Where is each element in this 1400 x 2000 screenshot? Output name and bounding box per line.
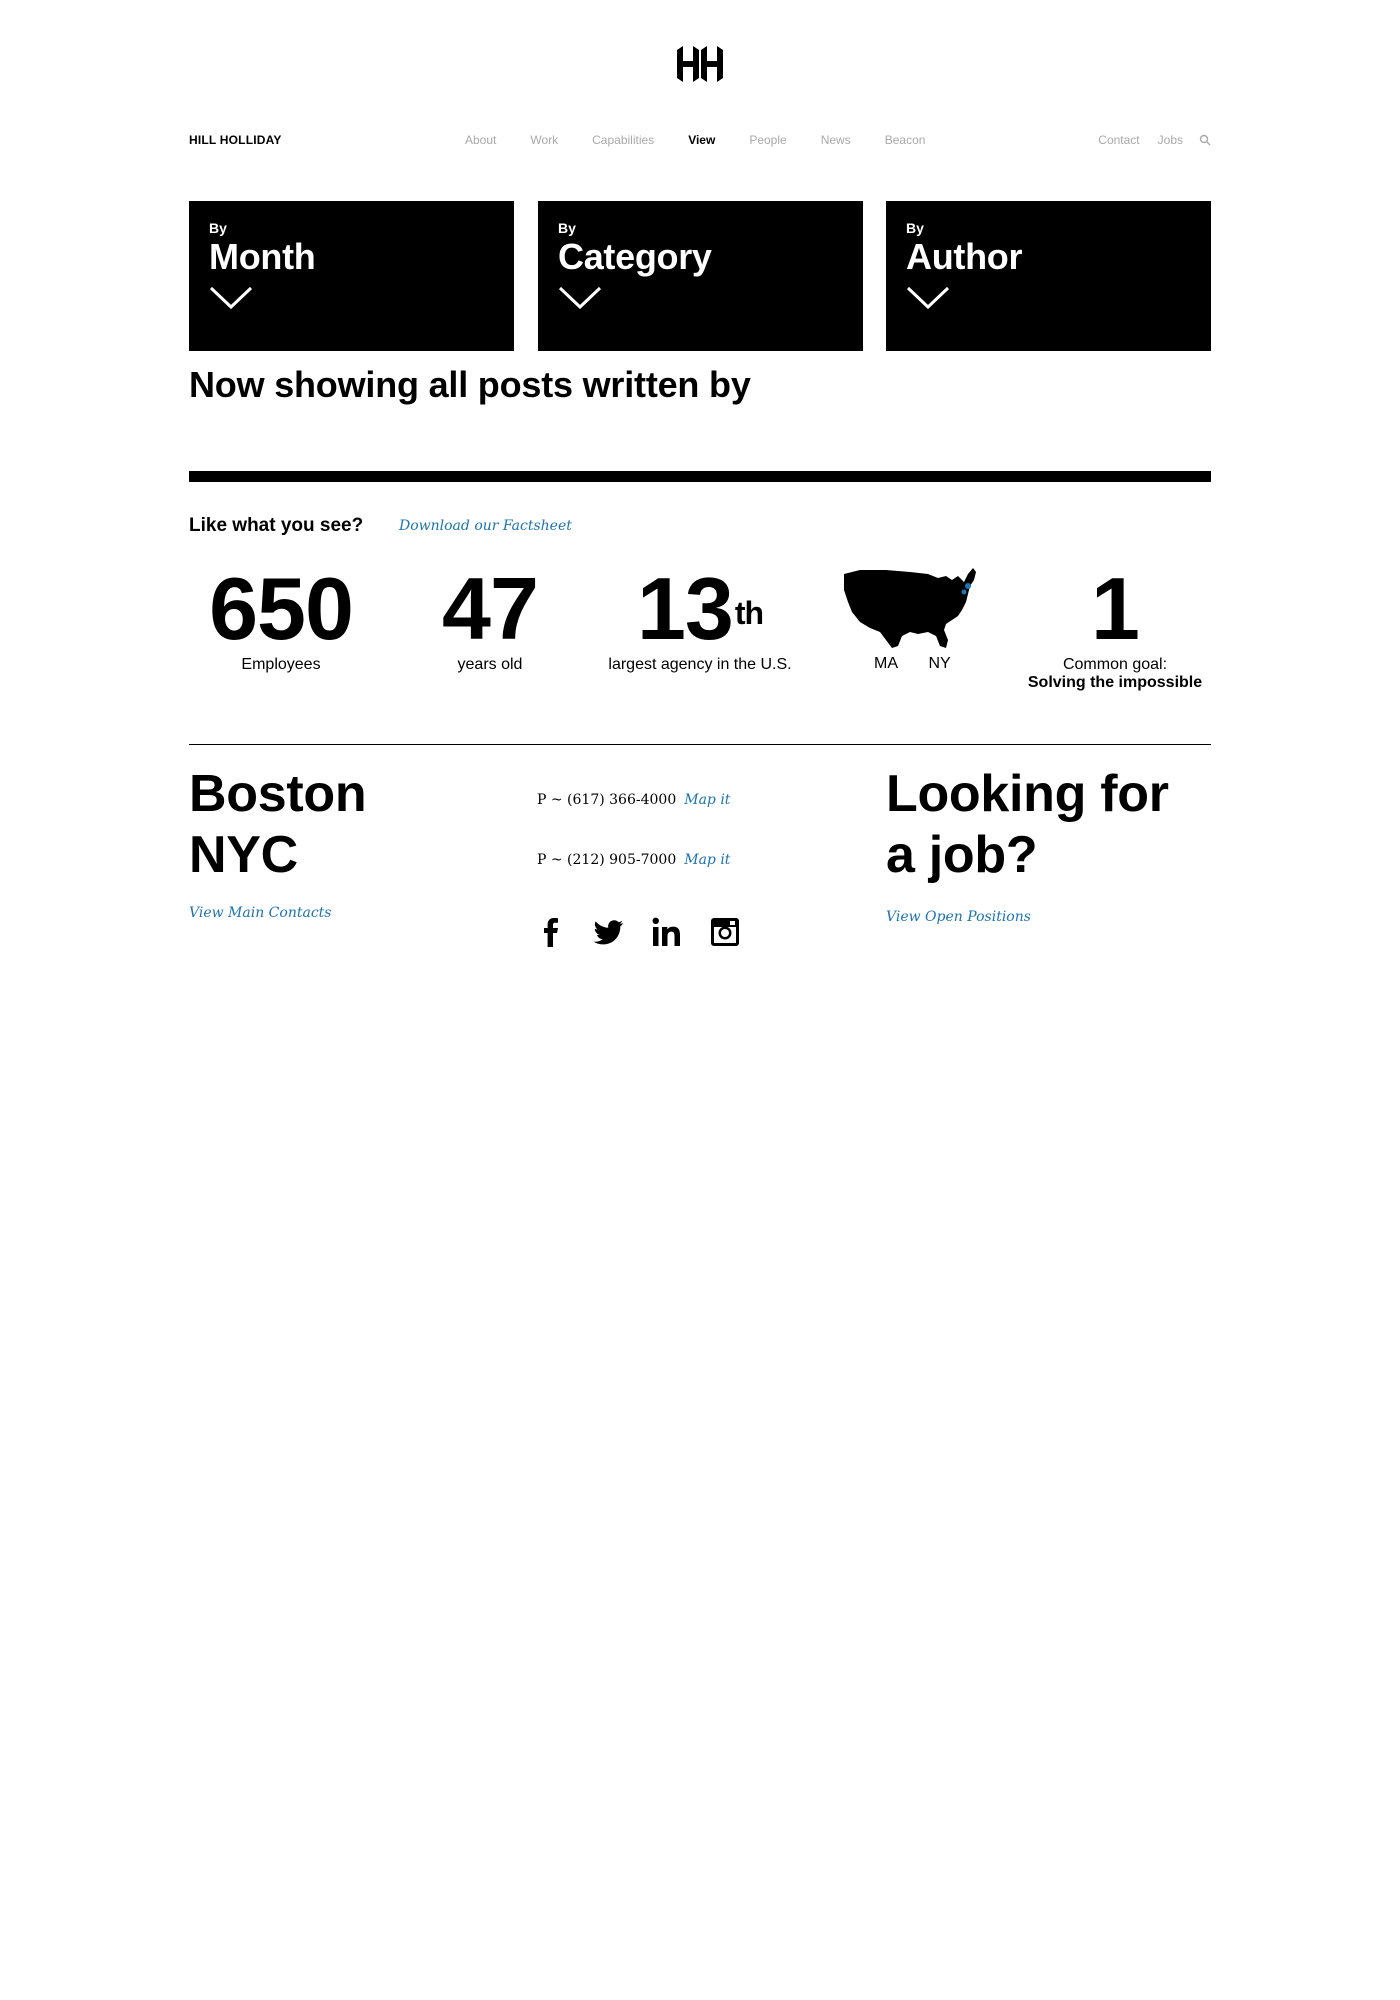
stat-goal: 1 Common goal: Solving the impossible [1020,564,1210,692]
phone-number: P ~ (617) 366-4000 [537,792,677,808]
stat-label: Employees [241,656,321,673]
brand-name[interactable]: HILL HOLLIDAY [189,133,282,147]
nav-item-view[interactable]: View [688,133,715,147]
linkedin-icon[interactable] [650,915,684,949]
footer-divider [189,744,1211,745]
filter-category-label: Category [558,236,712,277]
stat-label: largest agency in the U.S. [608,656,792,673]
chevron-down-icon [558,286,602,310]
nav-item-contact[interactable]: Contact [1098,133,1139,147]
instagram-icon[interactable] [708,915,742,949]
stat-suffix: th [734,595,764,631]
stat-years: 47 years old [398,564,582,674]
stat-number: 1 [1091,559,1140,658]
filter-by-label: By [209,220,227,236]
map-it-link[interactable]: Map it [684,792,730,808]
filter-by-month[interactable]: By Month [189,201,514,351]
nav-item-about[interactable]: About [465,133,496,147]
download-factsheet-link[interactable]: Download our Factsheet [399,518,572,534]
view-main-contacts-link[interactable]: View Main Contacts [189,905,331,921]
stat-number: 650 [209,559,354,658]
filter-by-label: By [906,220,924,236]
chevron-down-icon [906,286,950,310]
section-divider [189,471,1211,482]
social-links [534,915,766,949]
phone-nyc: P ~ (212) 905-7000 Map it [537,852,730,868]
nav-item-capabilities[interactable]: Capabilities [592,133,654,147]
map-it-link[interactable]: Map it [684,852,730,868]
map-labels: MA NY [874,655,977,673]
page-heading: Now showing all posts written by [189,364,751,405]
facebook-icon[interactable] [534,915,568,949]
stat-label: Common goal: [1062,656,1168,673]
stat-label-bold: Solving the impossible [1027,674,1203,691]
jobs-heading-line: Looking for [886,765,1169,823]
hh-monogram-icon[interactable] [674,44,726,84]
phone-number: P ~ (212) 905-7000 [537,852,677,868]
nav-item-news[interactable]: News [821,133,851,147]
nav-item-people[interactable]: People [749,133,786,147]
nav-item-jobs[interactable]: Jobs [1158,133,1183,147]
stat-label: years old [457,656,523,673]
office-cities: Boston NYC [189,764,367,886]
usa-map-icon [844,568,976,648]
jobs-heading: Looking for a job? [886,764,1169,886]
map-label-ma: MA [874,655,898,672]
view-open-positions-link[interactable]: View Open Positions [886,909,1031,925]
top-nav: HILL HOLLIDAY About Work Capabilities Vi… [189,128,1211,152]
jobs-heading-line: a job? [886,826,1038,884]
filter-by-author[interactable]: By Author [886,201,1211,351]
chevron-down-icon [209,286,253,310]
filter-by-category[interactable]: By Category [538,201,863,351]
phone-boston: P ~ (617) 366-4000 Map it [537,792,730,808]
filter-author-label: Author [906,236,1023,277]
twitter-icon[interactable] [592,915,626,949]
stat-number: 47 [442,559,539,658]
nav-item-work[interactable]: Work [530,133,558,147]
stat-employees: 650 Employees [189,564,373,674]
filter-by-label: By [558,220,576,236]
main-nav: About Work Capabilities View People News… [465,133,959,147]
search-icon[interactable] [1199,134,1211,146]
utility-nav: Contact Jobs [1080,133,1211,147]
cta-heading: Like what you see? [189,515,364,536]
city-nyc: NYC [189,826,298,884]
map-label-ny: NY [928,655,951,672]
city-boston: Boston [189,765,367,823]
stat-number: 13 [636,559,734,658]
nav-item-beacon[interactable]: Beacon [885,133,926,147]
stat-rank: 13th largest agency in the U.S. [590,564,810,674]
filter-month-label: Month [209,236,316,277]
